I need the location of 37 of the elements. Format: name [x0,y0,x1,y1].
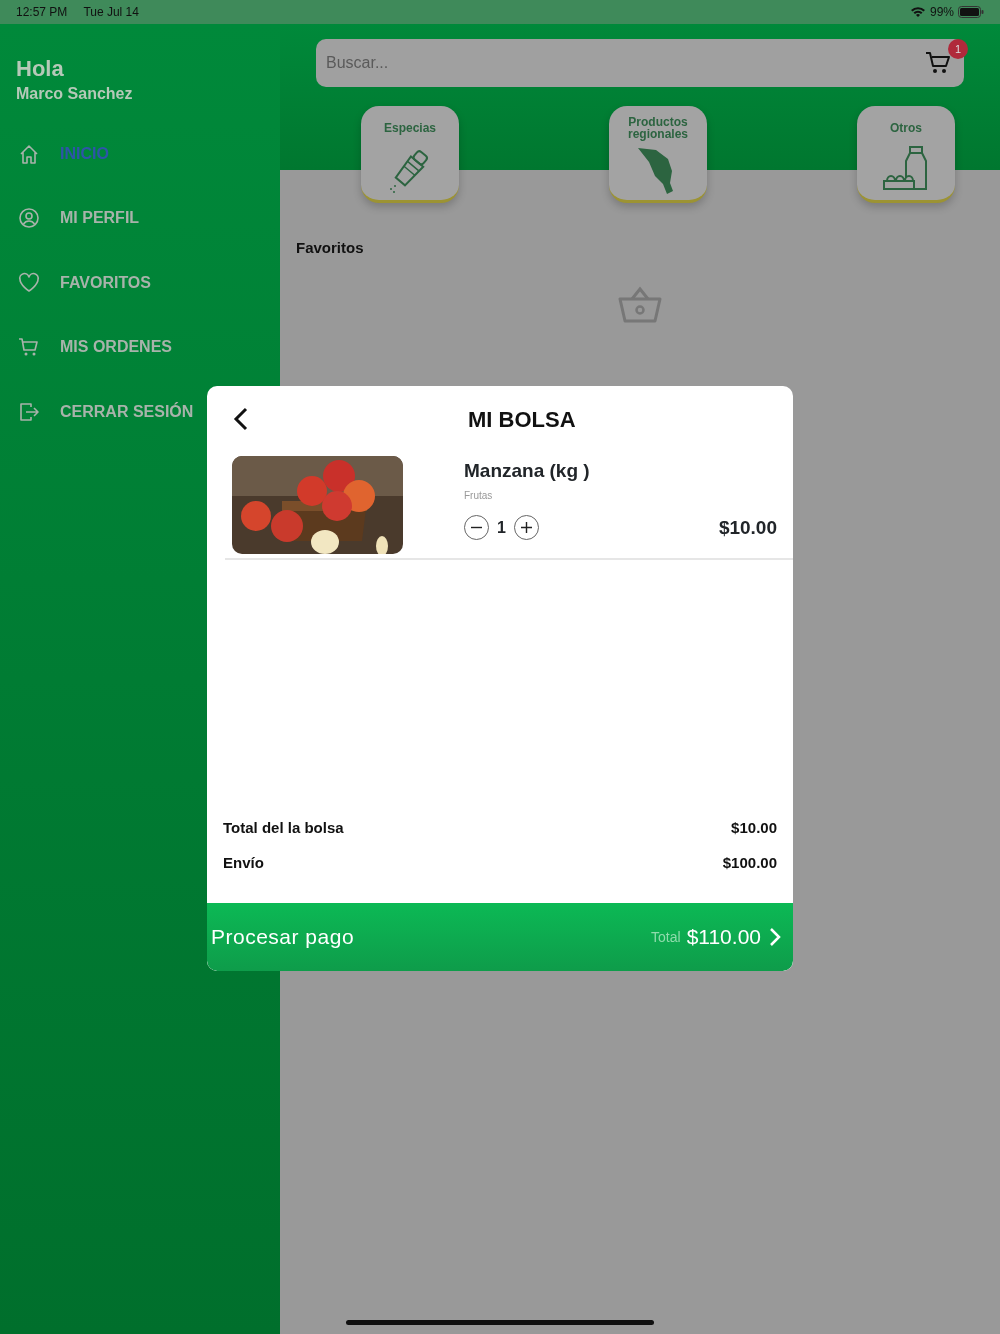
back-icon [233,407,249,432]
summary-label: Envío [223,853,264,873]
greeting: Hola [16,56,65,83]
menu-item[interactable]: CERRAR SESIÓN [16,379,200,444]
summary-label: Total del la bolsa [223,818,344,838]
menu-item[interactable]: INICIO [16,121,115,186]
cart-count: 1 [948,39,968,59]
plus-icon [520,522,532,534]
status-date: Tue Jul 14 [83,4,139,21]
summary-value: $100.00 [722,853,777,873]
logout-icon [18,400,40,423]
menu-item[interactable]: MIS ORDENES [16,314,178,380]
home-icon [18,142,40,165]
basket-icon [618,285,662,324]
status-time: 12:57 PM [16,4,68,21]
product-category: Frutas [464,488,494,503]
product-name: Manzana (kg ) [464,459,591,483]
modal-title: MI BOLSA [468,405,576,434]
category-tile[interactable]: Especias [361,106,459,203]
user-icon [18,207,40,230]
chevron-right-icon [769,927,781,947]
wifi-icon [909,6,926,18]
menu-item[interactable]: FAVORITOS [16,250,157,315]
heart-icon [18,271,40,294]
category-tile[interactable]: Productos regionales [609,106,707,203]
summary-value: $10.00 [731,818,777,838]
checkout-button[interactable]: Procesar pago Total $110.00 [207,903,793,971]
user-name: Marco Sanchez [16,84,134,105]
decrease-button[interactable] [464,515,489,541]
product-price: $10.00 [718,515,777,540]
battery-percent: 99% [929,4,954,21]
category-tile[interactable]: Otros [857,106,955,203]
battery-icon [958,6,984,18]
menu-item[interactable]: MI PERFIL [16,185,146,251]
increase-button[interactable] [513,515,539,541]
quantity: 1 [497,517,506,538]
section-title: Favoritos [295,238,365,258]
